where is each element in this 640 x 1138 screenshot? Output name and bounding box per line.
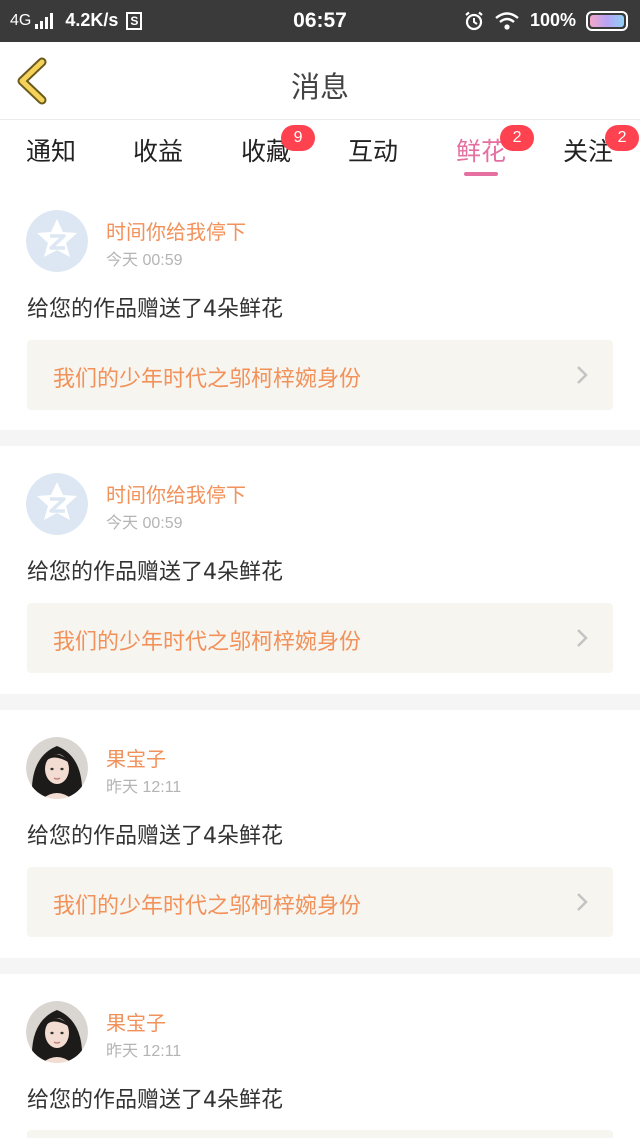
sender-name[interactable]: 果宝子 bbox=[106, 743, 166, 772]
status-bar: 4G 4.2K/s S 06:57 100% bbox=[0, 0, 640, 42]
alarm-icon bbox=[465, 11, 483, 30]
unread-badge: 9 bbox=[281, 125, 316, 151]
message-time: 昨天 12:11 bbox=[106, 1043, 182, 1060]
message-item: 果宝子 昨天 12:11 给您的作品赠送了4朵鲜花 我们的少年时代之邬柯梓婉身份 bbox=[0, 710, 640, 958]
sender-name[interactable]: 果宝子 bbox=[106, 1007, 166, 1036]
tab-follow[interactable]: 关注 2 bbox=[563, 125, 640, 168]
message-time: 今天 00:59 bbox=[106, 515, 183, 532]
work-link[interactable]: 我们的少年时代之邬柯梓婉身份 bbox=[27, 340, 613, 410]
header: 消息 bbox=[0, 42, 640, 120]
tab-label: 鲜花 bbox=[456, 137, 507, 166]
page-title: 消息 bbox=[290, 70, 349, 104]
default-avatar-icon[interactable] bbox=[26, 210, 88, 272]
message-item: 时间你给我停下 今天 00:59 给您的作品赠送了4朵鲜花 我们的少年时代之邬柯… bbox=[0, 180, 640, 430]
message-text: 给您的作品赠送了4朵鲜花 bbox=[27, 560, 283, 585]
tab-label: 互动 bbox=[348, 137, 399, 166]
message-text: 给您的作品赠送了4朵鲜花 bbox=[27, 297, 283, 322]
tab-bar: 通知 收益 收藏 9 互动 鲜花 2 关注 2 bbox=[0, 120, 640, 178]
message-time: 昨天 12:11 bbox=[106, 779, 182, 796]
work-link[interactable]: 我们的少年时代之邬柯梓婉身份 bbox=[27, 603, 613, 673]
battery-icon bbox=[586, 10, 628, 31]
tab-earnings[interactable]: 收益 bbox=[133, 132, 183, 168]
user-photo-avatar[interactable] bbox=[26, 737, 88, 799]
work-link[interactable]: 我们的少年时代之邬柯梓婉身份 bbox=[27, 867, 613, 937]
tab-notification[interactable]: 通知 bbox=[26, 132, 76, 168]
divider bbox=[0, 430, 640, 446]
battery-percent: 100% bbox=[529, 10, 576, 30]
tab-flowers[interactable]: 鲜花 2 bbox=[456, 125, 535, 176]
tab-label: 收益 bbox=[133, 137, 184, 166]
tab-label: 通知 bbox=[26, 137, 77, 166]
message-text: 给您的作品赠送了4朵鲜花 bbox=[27, 824, 283, 849]
sender-name[interactable]: 时间你给我停下 bbox=[106, 216, 246, 245]
tab-interaction[interactable]: 互动 bbox=[348, 132, 398, 168]
chevron-right-icon bbox=[577, 629, 588, 647]
sender-name[interactable]: 时间你给我停下 bbox=[106, 479, 246, 508]
message-text: 给您的作品赠送了4朵鲜花 bbox=[27, 1088, 283, 1113]
user-photo-avatar[interactable] bbox=[26, 1001, 88, 1063]
wifi-icon bbox=[495, 11, 519, 30]
unread-badge: 2 bbox=[500, 125, 535, 151]
unread-badge: 2 bbox=[605, 125, 640, 151]
default-avatar-icon[interactable] bbox=[26, 473, 88, 535]
message-item: 时间你给我停下 今天 00:59 给您的作品赠送了4朵鲜花 我们的少年时代之邬柯… bbox=[0, 446, 640, 694]
chevron-right-icon bbox=[577, 366, 588, 384]
chevron-right-icon bbox=[577, 893, 588, 911]
work-title: 我们的少年时代之邬柯梓婉身份 bbox=[53, 630, 362, 655]
work-link[interactable] bbox=[27, 1130, 613, 1138]
work-title: 我们的少年时代之邬柯梓婉身份 bbox=[53, 894, 362, 919]
divider bbox=[0, 958, 640, 974]
divider bbox=[0, 694, 640, 710]
work-title: 我们的少年时代之邬柯梓婉身份 bbox=[53, 367, 362, 392]
message-time: 今天 00:59 bbox=[106, 252, 183, 269]
tab-favorites[interactable]: 收藏 9 bbox=[241, 125, 316, 168]
active-tab-indicator bbox=[464, 172, 499, 176]
message-item: 果宝子 昨天 12:11 给您的作品赠送了4朵鲜花 bbox=[0, 974, 640, 1138]
